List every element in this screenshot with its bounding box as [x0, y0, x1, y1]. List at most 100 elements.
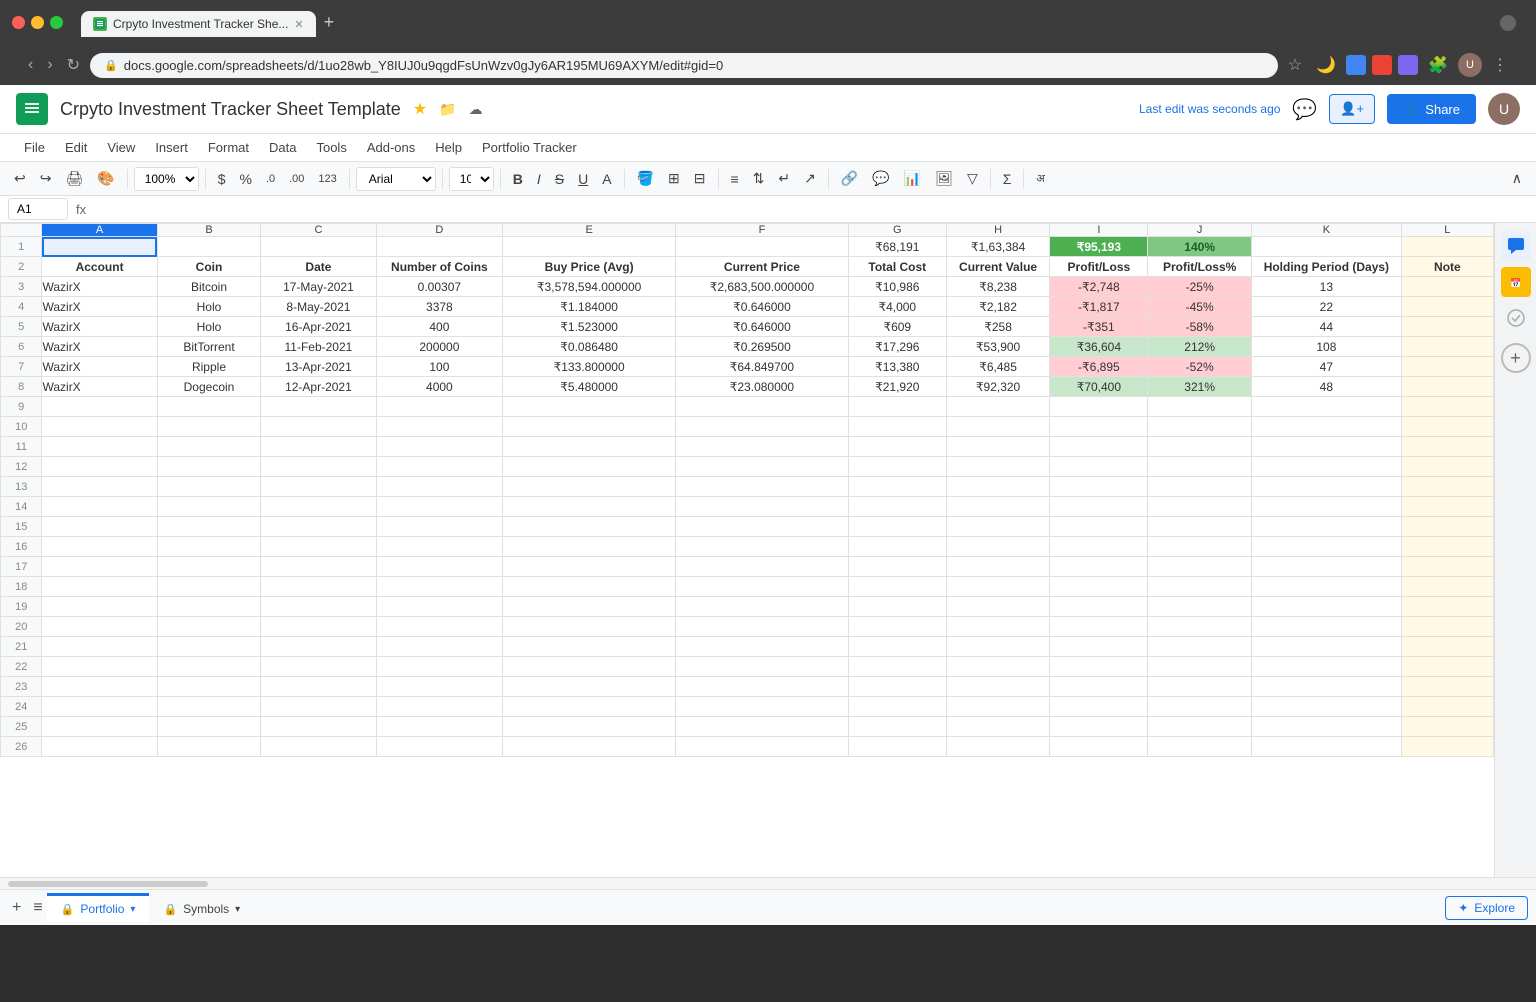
- cell-g1[interactable]: ₹68,191: [848, 237, 946, 257]
- cell-g4[interactable]: ₹4,000: [848, 297, 946, 317]
- cell-d6[interactable]: 200000: [376, 337, 503, 357]
- cell-a5[interactable]: WazirX: [42, 317, 157, 337]
- font-size-select[interactable]: 10: [449, 167, 494, 191]
- sidebar-chat-icon[interactable]: [1501, 231, 1531, 261]
- horizontal-scrollbar[interactable]: [0, 877, 1536, 889]
- cell-a6[interactable]: WazirX: [42, 337, 157, 357]
- cell-j1[interactable]: 140%: [1148, 237, 1252, 257]
- close-button[interactable]: [12, 16, 25, 29]
- cell-k5[interactable]: 44: [1251, 317, 1401, 337]
- col-header-l[interactable]: L: [1401, 224, 1493, 237]
- cell-l4[interactable]: [1401, 297, 1493, 317]
- cell-k6[interactable]: 108: [1251, 337, 1401, 357]
- cell-j7[interactable]: -52%: [1148, 357, 1252, 377]
- cell-g7[interactable]: ₹13,380: [848, 357, 946, 377]
- address-bar[interactable]: 🔒 docs.google.com/spreadsheets/d/1uo28wb…: [90, 53, 1278, 78]
- cell-i8[interactable]: ₹70,400: [1050, 377, 1148, 397]
- cell-l6[interactable]: [1401, 337, 1493, 357]
- cell-a1[interactable]: [42, 237, 157, 257]
- cell-a2[interactable]: Account: [42, 257, 157, 277]
- cell-l3[interactable]: [1401, 277, 1493, 297]
- cell-c5[interactable]: 16-Apr-2021: [261, 317, 376, 337]
- insert-comment-button[interactable]: 💬: [866, 166, 895, 191]
- menu-view[interactable]: View: [99, 136, 143, 159]
- sum-button[interactable]: Σ: [997, 167, 1018, 191]
- cell-reference-input[interactable]: [8, 198, 68, 220]
- cell-e7[interactable]: ₹133.800000: [503, 357, 676, 377]
- paint-format-button[interactable]: 🎨: [91, 166, 120, 191]
- cell-f7[interactable]: ₹64.849700: [676, 357, 849, 377]
- col-header-g[interactable]: G: [848, 224, 946, 237]
- cell-f3[interactable]: ₹2,683,500.000000: [676, 277, 849, 297]
- col-header-f[interactable]: F: [676, 224, 849, 237]
- rotate-button[interactable]: ↗: [798, 166, 822, 191]
- cell-c6[interactable]: 11-Feb-2021: [261, 337, 376, 357]
- cell-i4[interactable]: -₹1,817: [1050, 297, 1148, 317]
- star-icon[interactable]: ★: [413, 99, 427, 119]
- cell-j4[interactable]: -45%: [1148, 297, 1252, 317]
- cell-f6[interactable]: ₹0.269500: [676, 337, 849, 357]
- menu-data[interactable]: Data: [261, 136, 304, 159]
- cell-b6[interactable]: BitTorrent: [157, 337, 261, 357]
- cell-k7[interactable]: 47: [1251, 357, 1401, 377]
- cell-k4[interactable]: 22: [1251, 297, 1401, 317]
- cell-h1[interactable]: ₹1,63,384: [946, 237, 1050, 257]
- cell-a7[interactable]: WazirX: [42, 357, 157, 377]
- cell-f5[interactable]: ₹0.646000: [676, 317, 849, 337]
- extensions-button[interactable]: 🧩: [1424, 51, 1452, 79]
- user-avatar[interactable]: U: [1458, 53, 1482, 77]
- cell-d2[interactable]: Number of Coins: [376, 257, 503, 277]
- input-tools-button[interactable]: अ: [1030, 167, 1050, 190]
- cell-h6[interactable]: ₹53,900: [946, 337, 1050, 357]
- strikethrough-button[interactable]: S: [549, 167, 570, 191]
- cell-f1[interactable]: [676, 237, 849, 257]
- cell-k3[interactable]: 13: [1251, 277, 1401, 297]
- zoom-select[interactable]: 100%: [134, 167, 199, 191]
- decimal-decrease-button[interactable]: .0: [260, 169, 281, 189]
- cell-c7[interactable]: 13-Apr-2021: [261, 357, 376, 377]
- percent-button[interactable]: %: [233, 167, 257, 191]
- cell-d4[interactable]: 3378: [376, 297, 503, 317]
- col-header-k[interactable]: K: [1251, 224, 1401, 237]
- cell-e1[interactable]: [503, 237, 676, 257]
- cell-c8[interactable]: 12-Apr-2021: [261, 377, 376, 397]
- sidebar-tasks-icon[interactable]: [1501, 303, 1531, 333]
- valign-button[interactable]: ⇅: [747, 166, 771, 191]
- menu-file[interactable]: File: [16, 136, 53, 159]
- cell-b5[interactable]: Holo: [157, 317, 261, 337]
- font-select[interactable]: Arial: [356, 167, 436, 191]
- cell-b7[interactable]: Ripple: [157, 357, 261, 377]
- menu-tools[interactable]: Tools: [308, 136, 354, 159]
- cell-l5[interactable]: [1401, 317, 1493, 337]
- cell-a3[interactable]: WazirX: [42, 277, 157, 297]
- insert-image-button[interactable]: 🖼: [929, 166, 959, 191]
- col-header-b[interactable]: B: [157, 224, 261, 237]
- col-header-a[interactable]: A: [42, 224, 157, 237]
- fill-color-button[interactable]: 🪣: [631, 166, 660, 191]
- cell-j2[interactable]: Profit/Loss%: [1148, 257, 1252, 277]
- add-sheet-button[interactable]: +: [8, 895, 25, 921]
- cell-d7[interactable]: 100: [376, 357, 503, 377]
- col-header-c[interactable]: C: [261, 224, 376, 237]
- redo-button[interactable]: ↪: [34, 166, 58, 191]
- cell-h5[interactable]: ₹258: [946, 317, 1050, 337]
- maximize-button[interactable]: [50, 16, 63, 29]
- cell-e2[interactable]: Buy Price (Avg): [503, 257, 676, 277]
- cell-h7[interactable]: ₹6,485: [946, 357, 1050, 377]
- cell-g6[interactable]: ₹17,296: [848, 337, 946, 357]
- comments-button[interactable]: 💬: [1292, 97, 1317, 122]
- add-collaborator-button[interactable]: 👤+: [1329, 94, 1375, 124]
- menu-edit[interactable]: Edit: [57, 136, 95, 159]
- cell-e6[interactable]: ₹0.086480: [503, 337, 676, 357]
- cell-g3[interactable]: ₹10,986: [848, 277, 946, 297]
- cell-f4[interactable]: ₹0.646000: [676, 297, 849, 317]
- text-color-button[interactable]: A: [596, 167, 617, 191]
- insert-link-button[interactable]: 🔗: [835, 166, 864, 191]
- share-button[interactable]: 👤 Share: [1387, 94, 1476, 124]
- sidebar-add-button[interactable]: +: [1501, 343, 1531, 373]
- view-sheets-button[interactable]: ≡: [29, 895, 46, 921]
- cell-k1[interactable]: [1251, 237, 1401, 257]
- currency-button[interactable]: $: [212, 167, 232, 191]
- merge-button[interactable]: ⊟: [688, 166, 712, 191]
- collapse-toolbar-button[interactable]: ∧: [1506, 166, 1528, 191]
